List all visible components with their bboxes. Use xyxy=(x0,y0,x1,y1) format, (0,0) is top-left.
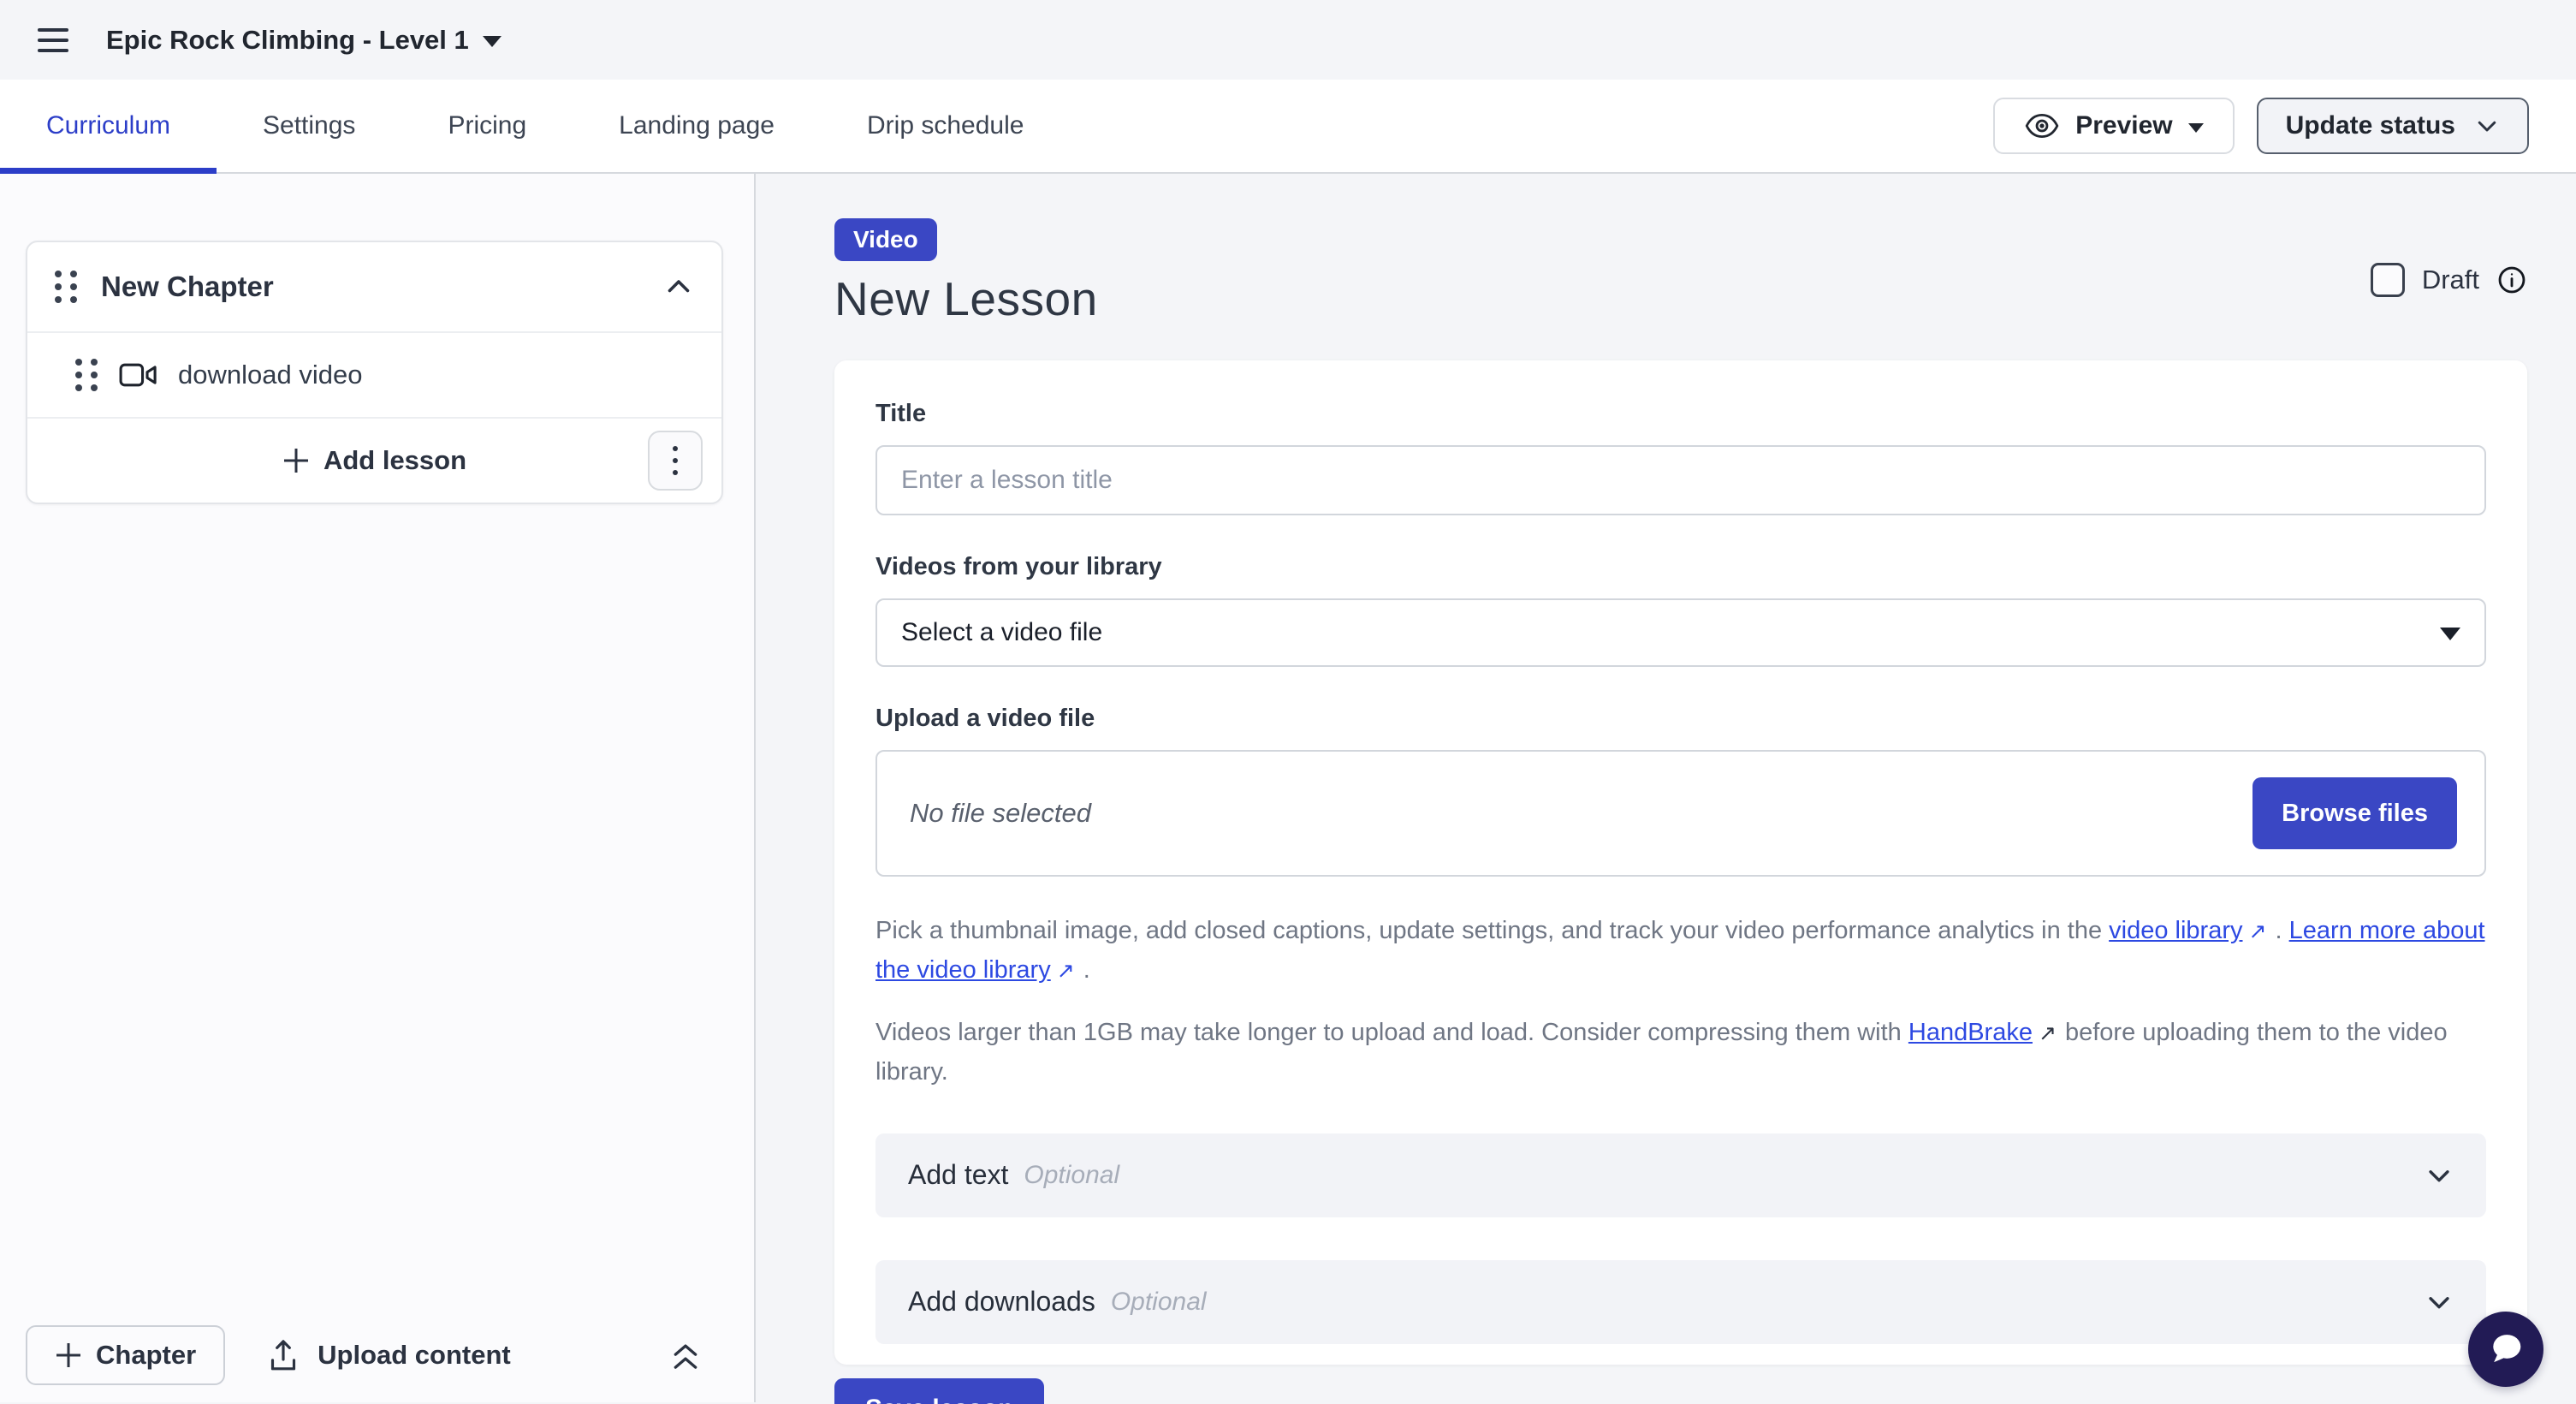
update-status-button[interactable]: Update status xyxy=(2257,98,2529,154)
video-library-link[interactable]: video library↗ xyxy=(2109,917,2268,944)
optional-label: Optional xyxy=(1024,1161,1119,1190)
upload-content-button[interactable]: Upload content xyxy=(266,1336,511,1374)
add-text-accordion[interactable]: Add text Optional xyxy=(875,1133,2486,1217)
tab-pricing[interactable]: Pricing xyxy=(401,80,573,172)
topbar: Epic Rock Climbing - Level 1 xyxy=(0,0,2576,80)
lesson-title: download video xyxy=(178,360,362,390)
collapse-all-icon[interactable] xyxy=(668,1336,703,1375)
external-link-icon: ↗ xyxy=(1057,954,1075,988)
course-title: Epic Rock Climbing - Level 1 xyxy=(106,25,469,56)
chapter-footer: Add lesson xyxy=(27,417,721,503)
lesson-title-input[interactable] xyxy=(875,445,2486,515)
save-lesson-button[interactable]: Save lesson xyxy=(834,1378,1044,1404)
draft-checkbox[interactable] xyxy=(2371,263,2405,297)
page-title: New Lesson xyxy=(834,271,1098,326)
plus-icon xyxy=(282,447,310,474)
add-downloads-accordion[interactable]: Add downloads Optional xyxy=(875,1260,2486,1344)
external-link-icon: ↗ xyxy=(2039,1016,2057,1050)
drag-handle-icon[interactable] xyxy=(75,359,98,391)
help-text: Pick a thumbnail image, add closed capti… xyxy=(875,917,2109,944)
curriculum-sidebar: New Chapter download video Add lesson xyxy=(0,174,756,1402)
chapter-menu-button[interactable] xyxy=(648,431,703,491)
tab-drip-schedule[interactable]: Drip schedule xyxy=(821,80,1070,172)
video-library-field-group: Videos from your library Select a video … xyxy=(875,553,2486,667)
link-label: video library xyxy=(2109,917,2242,944)
add-chapter-button[interactable]: Chapter xyxy=(26,1325,225,1385)
title-label: Title xyxy=(875,400,2486,428)
video-library-help-text: Pick a thumbnail image, add closed capti… xyxy=(875,911,2486,991)
upload-icon xyxy=(266,1336,300,1374)
file-dropzone[interactable]: No file selected Browse files xyxy=(875,750,2486,877)
lesson-type-badge: Video xyxy=(834,218,937,261)
add-lesson-label: Add lesson xyxy=(323,445,466,476)
chevron-down-icon xyxy=(2474,113,2500,139)
upload-label: Upload a video file xyxy=(875,705,2486,733)
add-text-label: Add text xyxy=(908,1159,1008,1191)
tabbar-actions: Preview Update status xyxy=(1993,98,2576,154)
handbrake-link[interactable]: HandBrake↗ xyxy=(1908,1019,2058,1046)
preview-button[interactable]: Preview xyxy=(1993,98,2234,154)
lesson-header: Video New Lesson Draft xyxy=(834,218,2527,326)
lesson-heading-group: Video New Lesson xyxy=(834,218,1098,326)
help-text: . xyxy=(1077,956,1090,984)
title-field-group: Title xyxy=(875,400,2486,515)
plus-icon xyxy=(55,1342,82,1369)
optional-label: Optional xyxy=(1111,1288,1207,1317)
upload-content-label: Upload content xyxy=(318,1340,511,1371)
tabbar: Curriculum Settings Pricing Landing page… xyxy=(0,80,2576,174)
chevron-down-icon xyxy=(2425,1288,2454,1317)
select-caret-icon xyxy=(2440,628,2460,640)
chapter-title: New Chapter xyxy=(101,271,274,303)
draft-toggle-group: Draft xyxy=(2371,263,2527,297)
video-library-label: Videos from your library xyxy=(875,553,2486,581)
chapter-header[interactable]: New Chapter xyxy=(27,242,721,331)
no-file-text: No file selected xyxy=(910,798,1091,829)
draft-label: Draft xyxy=(2422,265,2479,295)
chevron-down-icon xyxy=(2425,1161,2454,1190)
chevron-up-icon[interactable] xyxy=(663,271,694,302)
drag-handle-icon[interactable] xyxy=(55,271,77,303)
caret-down-icon xyxy=(2188,123,2204,133)
chapter-card: New Chapter download video Add lesson xyxy=(26,241,723,504)
tab-curriculum[interactable]: Curriculum xyxy=(0,80,217,172)
upload-field-group: Upload a video file No file selected Bro… xyxy=(875,705,2486,877)
course-title-dropdown[interactable]: Epic Rock Climbing - Level 1 xyxy=(106,25,502,56)
preview-label: Preview xyxy=(2075,111,2172,140)
chat-widget-button[interactable] xyxy=(2468,1312,2543,1387)
link-label: HandBrake xyxy=(1908,1019,2033,1046)
video-camera-icon xyxy=(118,358,159,392)
update-status-label: Update status xyxy=(2286,111,2455,140)
help-text: Videos larger than 1GB may take longer t… xyxy=(875,1019,1908,1046)
add-lesson-button[interactable]: Add lesson xyxy=(282,445,466,476)
info-icon[interactable] xyxy=(2496,265,2527,295)
menu-icon[interactable] xyxy=(38,28,68,52)
add-downloads-label: Add downloads xyxy=(908,1286,1095,1318)
video-library-select[interactable]: Select a video file xyxy=(875,598,2486,667)
lesson-item[interactable]: download video xyxy=(27,331,721,417)
lesson-form-card: Title Videos from your library Select a … xyxy=(834,360,2527,1365)
sidebar-footer: Chapter Upload content xyxy=(0,1308,752,1402)
help-text: . xyxy=(2268,917,2288,944)
caret-down-icon xyxy=(483,36,502,47)
lesson-editor: Video New Lesson Draft Title Videos from… xyxy=(756,174,2576,1402)
video-library-select-value: Select a video file xyxy=(901,618,1102,647)
add-chapter-label: Chapter xyxy=(96,1340,196,1371)
tab-settings[interactable]: Settings xyxy=(217,80,401,172)
external-link-icon: ↗ xyxy=(2248,914,2266,949)
handbrake-help-text: Videos larger than 1GB may take longer t… xyxy=(875,1013,2486,1092)
eye-icon xyxy=(2024,108,2060,144)
tab-landing-page[interactable]: Landing page xyxy=(573,80,821,172)
chat-bubble-icon xyxy=(2484,1327,2528,1371)
browse-files-button[interactable]: Browse files xyxy=(2253,777,2457,849)
